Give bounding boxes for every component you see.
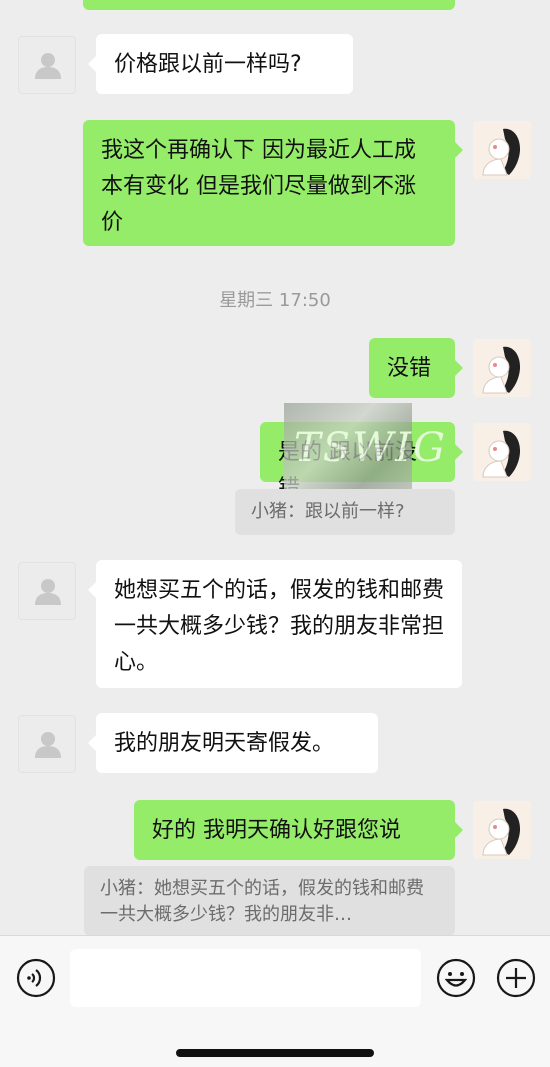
chat-area[interactable]: 价格跟以前一样吗? 我这个再确认下 因为最近人工成本有变化 但是我们尽量做到不涨… — [0, 0, 550, 936]
message-bubble-received[interactable]: 价格跟以前一样吗? — [88, 34, 353, 94]
contact-avatar[interactable] — [18, 562, 76, 620]
message-bubble-sent[interactable]: 好的 我明天确认好跟您说 — [134, 800, 463, 860]
my-avatar[interactable] — [473, 121, 531, 179]
watermark-text: TSWIG — [294, 425, 447, 471]
message-bubble-sent[interactable]: 没错 — [369, 338, 463, 398]
cartoon-avatar-icon — [473, 121, 531, 179]
cartoon-avatar-icon — [473, 339, 531, 397]
quoted-reply[interactable]: 小猪：她想买五个的话，假发的钱和邮费一共大概多少钱？我的朋友非… — [84, 866, 455, 936]
more-button[interactable] — [496, 958, 536, 998]
cartoon-avatar-icon — [473, 423, 531, 481]
emoji-button[interactable] — [436, 958, 476, 998]
message-bubble-received[interactable]: 我的朋友明天寄假发。 — [88, 713, 378, 773]
person-icon — [35, 732, 61, 758]
emoji-icon — [436, 958, 476, 998]
message-bubble-received[interactable]: 她想买五个的话，假发的钱和邮费一共大概多少钱？我的朋友非常担心。 — [88, 560, 462, 688]
person-icon — [35, 579, 61, 605]
watermark-overlay: TSWIG — [284, 403, 445, 503]
input-toolbar — [0, 935, 550, 1067]
message-bubble-sent[interactable]: 我这个再确认下 因为最近人工成本有变化 但是我们尽量做到不涨价 — [83, 120, 463, 246]
quoted-reply[interactable]: 小猪：跟以前一样? — [235, 489, 455, 535]
my-avatar[interactable] — [473, 423, 531, 481]
plus-icon — [496, 958, 536, 998]
contact-avatar[interactable] — [18, 36, 76, 94]
home-indicator — [176, 1049, 374, 1057]
cartoon-avatar-icon — [473, 801, 531, 859]
contact-avatar[interactable] — [18, 715, 76, 773]
voice-icon — [16, 958, 56, 998]
my-avatar[interactable] — [473, 801, 531, 859]
person-icon — [35, 53, 61, 79]
timestamp: 星期三 17:50 — [219, 290, 331, 311]
my-avatar[interactable] — [473, 339, 531, 397]
partial-sent-bubble — [83, 0, 455, 10]
voice-button[interactable] — [16, 958, 56, 998]
message-input[interactable] — [70, 949, 421, 1007]
